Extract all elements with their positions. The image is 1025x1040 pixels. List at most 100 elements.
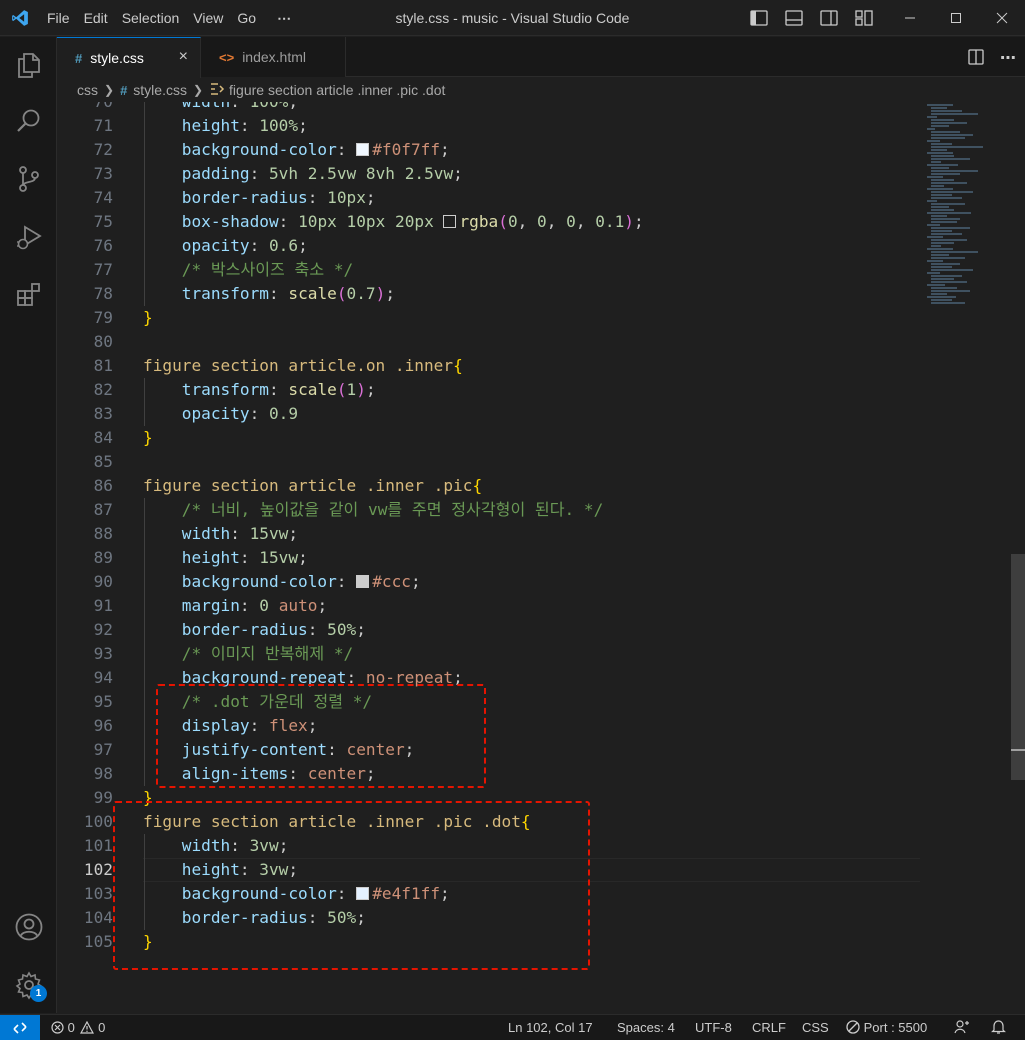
problems-indicator[interactable]: 0 0 [51,1015,105,1040]
line-code: figure section article.on .inner{ [143,356,463,375]
split-editor-icon[interactable] [961,37,991,77]
indent-guide [144,546,145,570]
close-window-icon[interactable] [979,0,1025,36]
minimap-line [931,227,970,229]
line-code: padding: 5vh 2.5vw 8vh 2.5vw; [181,164,463,183]
tab-style-css[interactable]: # style.css × [57,37,201,78]
code-line[interactable]: 87 /* 너비, 높이값을 같이 vw를 주면 정사각형이 된다. */ [57,498,927,522]
code-line[interactable]: 76 opacity: 0.6; [57,234,927,258]
minimap-line [931,233,963,235]
language-mode[interactable]: CSS [802,1015,829,1040]
minimap-line [927,272,940,274]
tab-label: index.html [242,49,306,65]
minimap-line [931,263,960,265]
port-label: Port : 5500 [863,1020,928,1035]
code-line[interactable]: 92 border-radius: 50%; [57,618,927,642]
explorer-icon[interactable] [0,41,57,89]
minimap-line [931,281,968,283]
end-of-line[interactable]: CRLF [752,1015,786,1040]
highlight-annotation-flex [156,684,486,788]
code-line[interactable]: 93 /* 이미지 반복해제 */ [57,642,927,666]
close-icon[interactable]: × [179,48,188,66]
minimap-line [927,200,938,202]
code-line[interactable]: 86 figure section article .inner .pic{ [57,474,927,498]
error-icon [51,1021,64,1034]
minimap-line [931,287,957,289]
cursor-position[interactable]: Ln 102, Col 17 [508,1015,593,1040]
breadcrumb-symbol[interactable]: figure section article .inner .pic .dot [229,82,445,98]
encoding[interactable]: UTF-8 [695,1015,732,1040]
no-entry-icon [846,1020,860,1034]
line-code: /* 이미지 반복해제 */ [181,644,354,663]
toggle-panel-icon[interactable] [782,0,805,36]
code-line[interactable]: 91 margin: 0 auto; [57,594,927,618]
more-actions-icon[interactable]: ⋯ [991,37,1025,77]
customize-layout-icon[interactable] [852,0,875,36]
menu-selection[interactable]: Selection [115,0,187,36]
code-line[interactable]: 83 opacity: 0.9 [57,402,927,426]
menu-edit[interactable]: Edit [77,0,115,36]
code-line[interactable]: 77 /* 박스사이즈 축소 */ [57,258,927,282]
line-number: 78 [93,284,113,303]
status-bar: 0 0 Ln 102, Col 17 Spaces: 4 UTF-8 CRLF … [0,1014,1025,1040]
toggle-secondary-sidebar-icon[interactable] [817,0,840,36]
code-line[interactable]: 72 background-color: #f0f7ff; [57,138,927,162]
toggle-primary-sidebar-icon[interactable] [747,0,770,36]
code-line[interactable]: 70 width: 100%; [57,102,927,114]
breadcrumb-file[interactable]: style.css [133,82,187,98]
code-line[interactable]: 71 height: 100%; [57,114,927,138]
minimap-line [931,206,950,208]
code-line[interactable]: 78 transform: scale(0.7); [57,282,927,306]
code-line[interactable]: 80 [57,330,927,354]
minimap-line [931,245,942,247]
line-number: 100 [83,812,113,831]
menu-more-icon[interactable]: ⋯ [263,0,299,36]
maximize-icon[interactable] [933,0,979,36]
indent-guide [144,714,145,738]
live-server-port[interactable]: Port : 5500 [846,1015,927,1040]
tab-index-html[interactable]: <> index.html [201,37,346,77]
search-icon[interactable] [0,97,57,145]
code-line[interactable]: 81 figure section article.on .inner{ [57,354,927,378]
code-line[interactable]: 79} [57,306,927,330]
code-line[interactable]: 82 transform: scale(1); [57,378,927,402]
line-code: background-color: #f0f7ff; [181,140,450,159]
code-line[interactable]: 85 [57,450,927,474]
code-editor[interactable]: 70 width: 100%;71 height: 100%;72 backgr… [57,102,1025,1013]
code-line[interactable]: 74 border-radius: 10px; [57,186,927,210]
minimap-line [927,212,972,214]
minimap-line [931,194,952,196]
line-number: 98 [93,764,113,783]
accounts-icon[interactable] [0,903,57,951]
source-control-icon[interactable] [0,155,57,203]
line-code: /* 박스사이즈 축소 */ [181,260,354,279]
indent-guide [144,594,145,618]
minimap[interactable] [927,102,1011,1013]
indent-guide [144,102,145,114]
run-and-debug-icon[interactable] [0,213,57,261]
line-number: 96 [93,716,113,735]
accounts-feedback-icon[interactable] [954,1015,970,1040]
minimize-icon[interactable] [887,0,933,36]
menu-file[interactable]: File [40,0,77,36]
indentation[interactable]: Spaces: 4 [617,1015,675,1040]
minimap-line [931,143,952,145]
vscode-logo-icon [0,0,40,36]
breadcrumb: css ❯ # style.css ❯ figure section artic… [57,78,1025,102]
menu-go[interactable]: Go [230,0,263,36]
minimap-line [931,290,970,292]
vertical-scrollbar[interactable] [1011,554,1025,780]
code-line[interactable]: 75 box-shadow: 10px 10px 20px rgba(0, 0,… [57,210,927,234]
menu-view[interactable]: View [186,0,230,36]
code-line[interactable]: 84} [57,426,927,450]
manage-gear-icon[interactable]: 1 [0,961,57,1009]
code-line[interactable]: 88 width: 15vw; [57,522,927,546]
code-line[interactable]: 90 background-color: #ccc; [57,570,927,594]
code-line[interactable]: 73 padding: 5vh 2.5vw 8vh 2.5vw; [57,162,927,186]
code-line[interactable]: 89 height: 15vw; [57,546,927,570]
extensions-icon[interactable] [0,271,57,319]
remote-indicator-icon[interactable] [0,1015,40,1040]
minimap-line [927,176,943,178]
breadcrumb-folder[interactable]: css [77,82,98,98]
notifications-bell-icon[interactable] [991,1015,1006,1040]
